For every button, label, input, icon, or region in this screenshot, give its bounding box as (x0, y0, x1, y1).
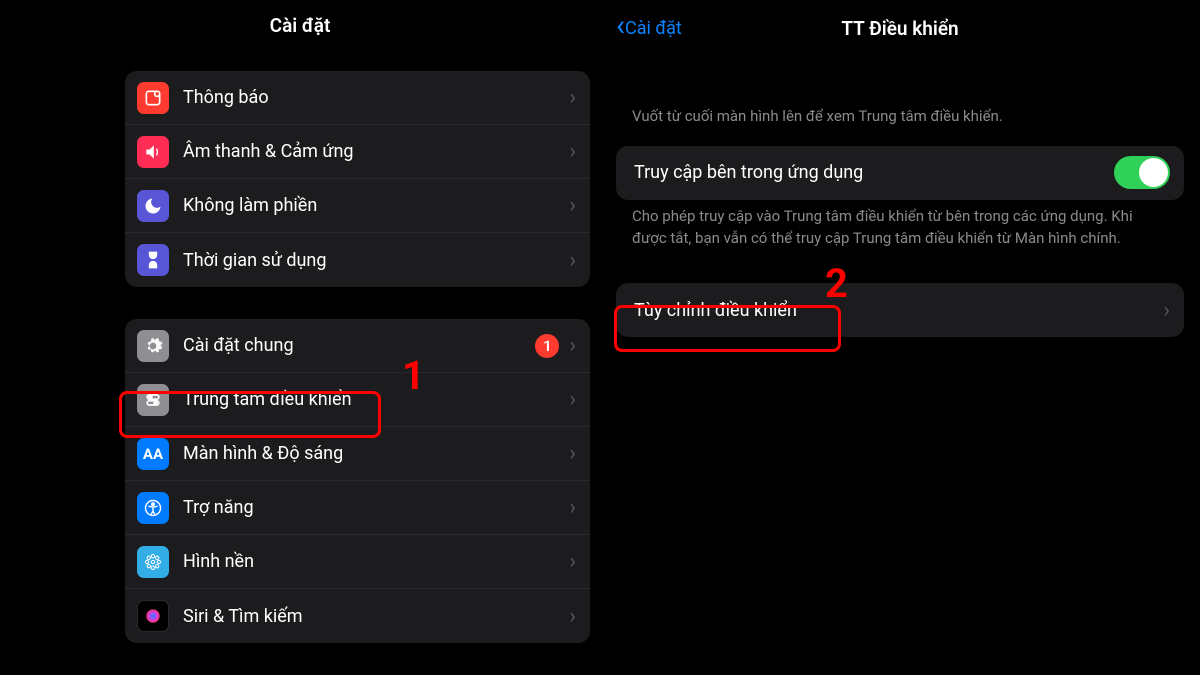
row-siri[interactable]: Siri & Tìm kiếm › (125, 589, 590, 643)
control-center-settings-screen: ‹ Cài đặt TT Điều khiển Vuốt từ cuối màn… (600, 0, 1200, 675)
row-label: Truy cập bên trong ứng dụng (634, 162, 1114, 183)
toggle-access-in-apps[interactable] (1114, 156, 1170, 189)
page-title: TT Điều khiển (841, 17, 958, 40)
row-label: Thông báo (183, 87, 559, 108)
row-label: Màn hình & Độ sáng (183, 443, 559, 464)
group-access: Truy cập bên trong ứng dụng (616, 146, 1184, 200)
row-label: Trung tâm điều khiển (183, 389, 559, 410)
dnd-icon (137, 190, 169, 222)
helper-text-mid: Cho phép truy cập vào Trung tâm điều khi… (610, 200, 1190, 268)
row-label: Siri & Tìm kiếm (183, 606, 559, 627)
settings-group-notifications: Thông báo › Âm thanh & Cảm ứng › K (125, 71, 590, 287)
row-display[interactable]: AA Màn hình & Độ sáng › (125, 427, 590, 481)
chevron-right-icon: › (569, 441, 576, 466)
row-control-center[interactable]: Trung tâm điều khiển › (125, 373, 590, 427)
row-label: Trợ năng (183, 497, 559, 518)
row-label: Tùy chỉnh điều khiển (634, 300, 1153, 321)
page-title: Cài đặt (270, 14, 331, 37)
chevron-right-icon: › (569, 495, 576, 520)
settings-group-general: Cài đặt chung 1 › Trung tâm điều khiển ›… (125, 319, 590, 643)
row-access-in-apps[interactable]: Truy cập bên trong ứng dụng (616, 146, 1184, 200)
chevron-right-icon: › (569, 604, 576, 629)
chevron-right-icon: › (569, 85, 576, 110)
control-center-icon (137, 384, 169, 416)
chevron-right-icon: › (569, 193, 576, 218)
wallpaper-icon (137, 546, 169, 578)
chevron-right-icon: › (569, 248, 576, 273)
row-accessibility[interactable]: Trợ năng › (125, 481, 590, 535)
row-label: Không làm phiền (183, 195, 559, 216)
accessibility-icon (137, 492, 169, 524)
chevron-right-icon: › (569, 549, 576, 574)
settings-root-screen: Cài đặt Thông báo › Âm thanh & C (0, 0, 600, 675)
chevron-right-icon: › (1163, 298, 1170, 323)
sounds-icon (137, 136, 169, 168)
row-label: Thời gian sử dụng (183, 250, 559, 271)
back-button[interactable]: ‹ Cài đặt (616, 0, 682, 56)
row-wallpaper[interactable]: Hình nền › (125, 535, 590, 589)
row-customize-controls[interactable]: Tùy chỉnh điều khiển › (616, 283, 1184, 337)
chevron-right-icon: › (569, 139, 576, 164)
row-general[interactable]: Cài đặt chung 1 › (125, 319, 590, 373)
notifications-icon (137, 82, 169, 114)
toggle-knob (1139, 158, 1168, 187)
chevron-right-icon: › (569, 387, 576, 412)
helper-text-top: Vuốt từ cuối màn hình lên để xem Trung t… (610, 56, 1190, 146)
group-customize: Tùy chỉnh điều khiển › (616, 283, 1184, 337)
row-label: Hình nền (183, 551, 559, 572)
siri-icon (137, 600, 169, 632)
row-notifications[interactable]: Thông báo › (125, 71, 590, 125)
row-label: Âm thanh & Cảm ứng (183, 141, 559, 162)
gear-icon (137, 330, 169, 362)
row-dnd[interactable]: Không làm phiền › (125, 179, 590, 233)
chevron-right-icon: › (569, 333, 576, 358)
chevron-left-icon: ‹ (616, 11, 625, 41)
row-label: Cài đặt chung (183, 335, 535, 356)
update-badge: 1 (535, 334, 559, 358)
header: ‹ Cài đặt TT Điều khiển (610, 0, 1190, 56)
screentime-icon (137, 244, 169, 276)
row-sounds[interactable]: Âm thanh & Cảm ứng › (125, 125, 590, 179)
back-label: Cài đặt (625, 18, 682, 39)
header: Cài đặt (10, 0, 590, 51)
row-screentime[interactable]: Thời gian sử dụng › (125, 233, 590, 287)
display-icon: AA (137, 438, 169, 470)
